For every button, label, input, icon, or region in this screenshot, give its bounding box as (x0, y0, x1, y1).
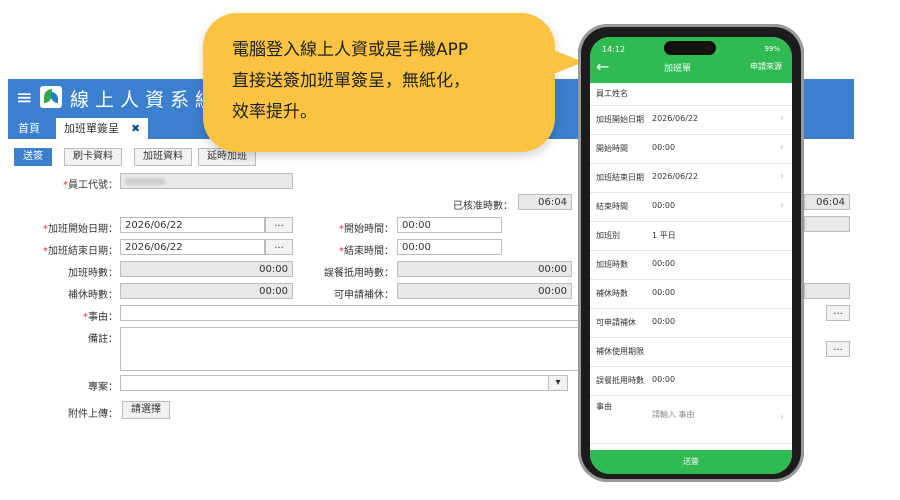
phone-field-value: 2026/06/22 (652, 113, 699, 123)
bubble-line-1: 電腦登入線上人資或是手機APP (232, 40, 469, 60)
phone-field-row[interactable]: 加班開始日期 2026/06/22 › (590, 105, 792, 135)
phone-field-label: 加班別 (596, 230, 620, 240)
apply-source-link[interactable]: 申請來源 (750, 61, 782, 72)
applicable-comp-field: 00:00 (397, 283, 572, 299)
attachment-label: 附件上傳： (68, 409, 118, 420)
reason-picker-button[interactable]: ... (826, 305, 850, 321)
ot-start-date-label: *加班開始日期： (43, 224, 118, 235)
phone-field-value: 00:00 (652, 287, 676, 297)
remark-label: 備註： (88, 334, 118, 345)
comp-hours-field: 00:00 (120, 283, 293, 299)
close-icon[interactable]: ✖ (131, 122, 140, 135)
phone-field-value: 00:00 (652, 200, 676, 210)
phone-field-label: 可申請補休 (596, 317, 636, 327)
phone-field-label: 誤餐抵用時數 (596, 375, 644, 385)
project-select[interactable] (120, 375, 568, 391)
reason-input[interactable] (120, 305, 580, 321)
employee-id-label: *員工代號： (63, 180, 118, 191)
start-time-input[interactable]: 00:00 (397, 217, 502, 233)
applicable-comp-label: 可申請補休： (334, 290, 394, 301)
right-time-field: 06:04 (804, 194, 850, 210)
phone-field-row: 加班別 1 平日 (590, 221, 792, 251)
phone-field-label: 事由 (596, 402, 612, 411)
phone-field-row: 可申請補休 00:00 (590, 308, 792, 338)
ot-end-date-label: *加班結束日期： (43, 246, 118, 257)
employee-id-field[interactable] (120, 173, 293, 189)
tab-overtime-form[interactable]: 加班單簽呈 ✖ (56, 118, 149, 139)
phone-field-label: 加班結束日期 (596, 172, 644, 182)
phone-field-label: 開始時間 (596, 143, 628, 153)
end-time-input[interactable]: 00:00 (397, 239, 502, 255)
approved-hours-label: 已核准時數： (453, 201, 513, 212)
ot-start-date-picker-button[interactable]: ... (265, 217, 293, 233)
system-title: 線上人資系統 (70, 89, 221, 111)
reason-label: *事由： (83, 312, 118, 323)
ot-hours-field: 00:00 (120, 261, 293, 277)
back-arrow-icon[interactable]: ← (596, 57, 609, 76)
right-ro-field (804, 283, 850, 299)
phone-field-row: 補休時數 00:00 (590, 279, 792, 309)
phone-field-value: 2026/06/22 (652, 171, 699, 181)
start-time-label: *開始時間： (339, 224, 394, 235)
chevron-right-icon: › (780, 199, 784, 211)
phone-field-row[interactable]: 事由請輸入 事由 › (590, 395, 792, 444)
phone-field-value: 1 平日 (652, 230, 676, 240)
ot-start-date-input[interactable]: 2026/06/22 (120, 217, 265, 233)
phone-submit-button[interactable]: 送簽 (590, 450, 792, 474)
card-data-button[interactable]: 刷卡資料 (64, 148, 122, 166)
ot-end-date-picker-button[interactable]: ... (265, 239, 293, 255)
phone-field-value: 00:00 (652, 142, 676, 152)
phone-field-row: 補休使用期限 (590, 337, 792, 367)
ot-hours-label: 加班時數： (68, 268, 118, 279)
phone-screen: 14:12 99% ← 加班單 申請來源 員工姓名加班開始日期 2026/06/2… (590, 37, 792, 474)
tab-overtime-label: 加班單簽呈 (64, 122, 119, 135)
phone-field-label: 員工姓名 (596, 89, 628, 98)
chevron-down-icon[interactable]: ▾ (548, 375, 568, 391)
phone-field-row: 誤餐抵用時數 00:00 (590, 366, 792, 396)
project-label: 專案： (88, 382, 118, 393)
bubble-text: 電腦登入線上人資或是手機APP 直接送簽加班單簽呈，無紙化， 效率提升。 (232, 35, 532, 128)
meal-deduct-label: 誤餐抵用時數： (324, 268, 394, 279)
chevron-right-icon: › (780, 170, 784, 182)
remark-picker-button[interactable]: ... (826, 341, 850, 357)
phone-clock: 14:12 (602, 45, 626, 54)
phone-field-row[interactable]: 結束時間 00:00 › (590, 192, 792, 222)
phone-header: 14:12 99% ← 加班單 申請來源 (590, 37, 792, 83)
bubble-line-3: 效率提升。 (232, 102, 317, 122)
app-logo (40, 86, 62, 108)
bubble-line-2: 直接送簽加班單簽呈，無紙化， (232, 71, 470, 91)
phone-field-value: 00:00 (652, 374, 676, 384)
battery-percent: 99% (764, 45, 780, 53)
phone-field-row: 員工姓名 (590, 83, 792, 106)
phone-notch (664, 41, 716, 55)
phone-field-row: 加班時數 00:00 (590, 250, 792, 280)
phone-field-row[interactable]: 加班結束日期 2026/06/22 › (590, 163, 792, 193)
choose-file-button[interactable]: 請選擇 (122, 401, 170, 419)
submit-button[interactable]: 送簽 (14, 148, 52, 166)
end-time-label: *結束時間： (339, 246, 394, 257)
phone-field-label: 加班開始日期 (596, 114, 644, 124)
phone-field-label: 補休使用期限 (596, 346, 644, 356)
comp-hours-label: 補休時數： (68, 290, 118, 301)
chevron-right-icon: › (780, 412, 784, 423)
phone-field-value: 00:00 (652, 316, 676, 326)
overtime-data-button[interactable]: 加班資料 (134, 148, 192, 166)
approved-hours-field: 06:04 (518, 194, 572, 210)
ot-end-date-input[interactable]: 2026/06/22 (120, 239, 265, 255)
phone-field-value: 00:00 (652, 258, 676, 268)
meal-deduct-field: 00:00 (397, 261, 572, 277)
chevron-right-icon: › (780, 112, 784, 124)
phone-field-value: 請輸入 事由 (652, 410, 695, 419)
hamburger-menu-icon[interactable]: ≡ (16, 87, 33, 107)
phone-page-title: 加班單 (664, 64, 692, 74)
tab-home[interactable]: 首頁 (10, 118, 48, 139)
right-select-field[interactable] (804, 216, 850, 232)
phone-field-label: 補休時數 (596, 288, 628, 298)
phone-field-label: 結束時間 (596, 201, 628, 211)
phone-field-row[interactable]: 開始時間 00:00 › (590, 134, 792, 164)
phone-field-label: 加班時數 (596, 259, 628, 269)
chevron-right-icon: › (780, 141, 784, 153)
remark-textarea[interactable] (120, 327, 580, 371)
